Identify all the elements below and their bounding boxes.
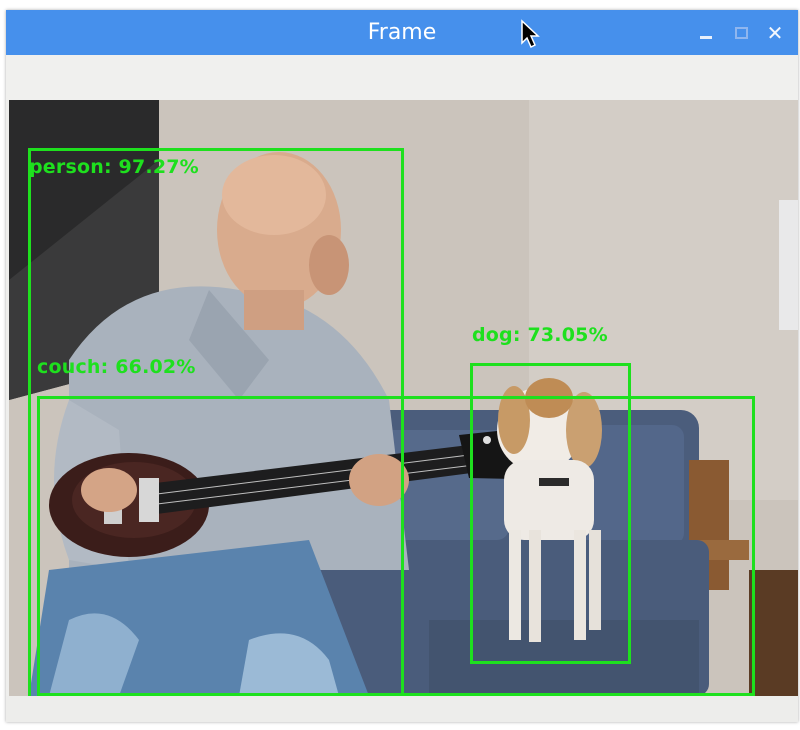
couch-detection-box bbox=[37, 396, 755, 696]
window-title: Frame bbox=[367, 20, 437, 45]
video-frame: person: 97.27% couch: 66.02% dog: 73.05% bbox=[9, 100, 798, 696]
status-area bbox=[6, 696, 798, 722]
minimize-icon bbox=[700, 35, 712, 39]
close-icon: ✕ bbox=[766, 20, 784, 45]
close-button[interactable]: ✕ bbox=[758, 10, 792, 55]
dog-detection-label: dog: 73.05% bbox=[472, 324, 608, 346]
mouse-cursor-icon bbox=[521, 19, 540, 49]
couch-detection-label: couch: 66.02% bbox=[37, 356, 196, 378]
toolbar-area bbox=[6, 55, 798, 100]
maximize-button[interactable] bbox=[724, 10, 758, 55]
minimize-button[interactable] bbox=[689, 10, 723, 55]
dog-detection-box bbox=[470, 363, 631, 664]
person-detection-label: person: 97.27% bbox=[29, 156, 199, 178]
maximize-icon bbox=[734, 26, 748, 39]
app-window: Frame ✕ person: 97.27% couch: 66.02% dog… bbox=[6, 10, 798, 722]
title-bar[interactable]: Frame ✕ bbox=[6, 10, 798, 55]
